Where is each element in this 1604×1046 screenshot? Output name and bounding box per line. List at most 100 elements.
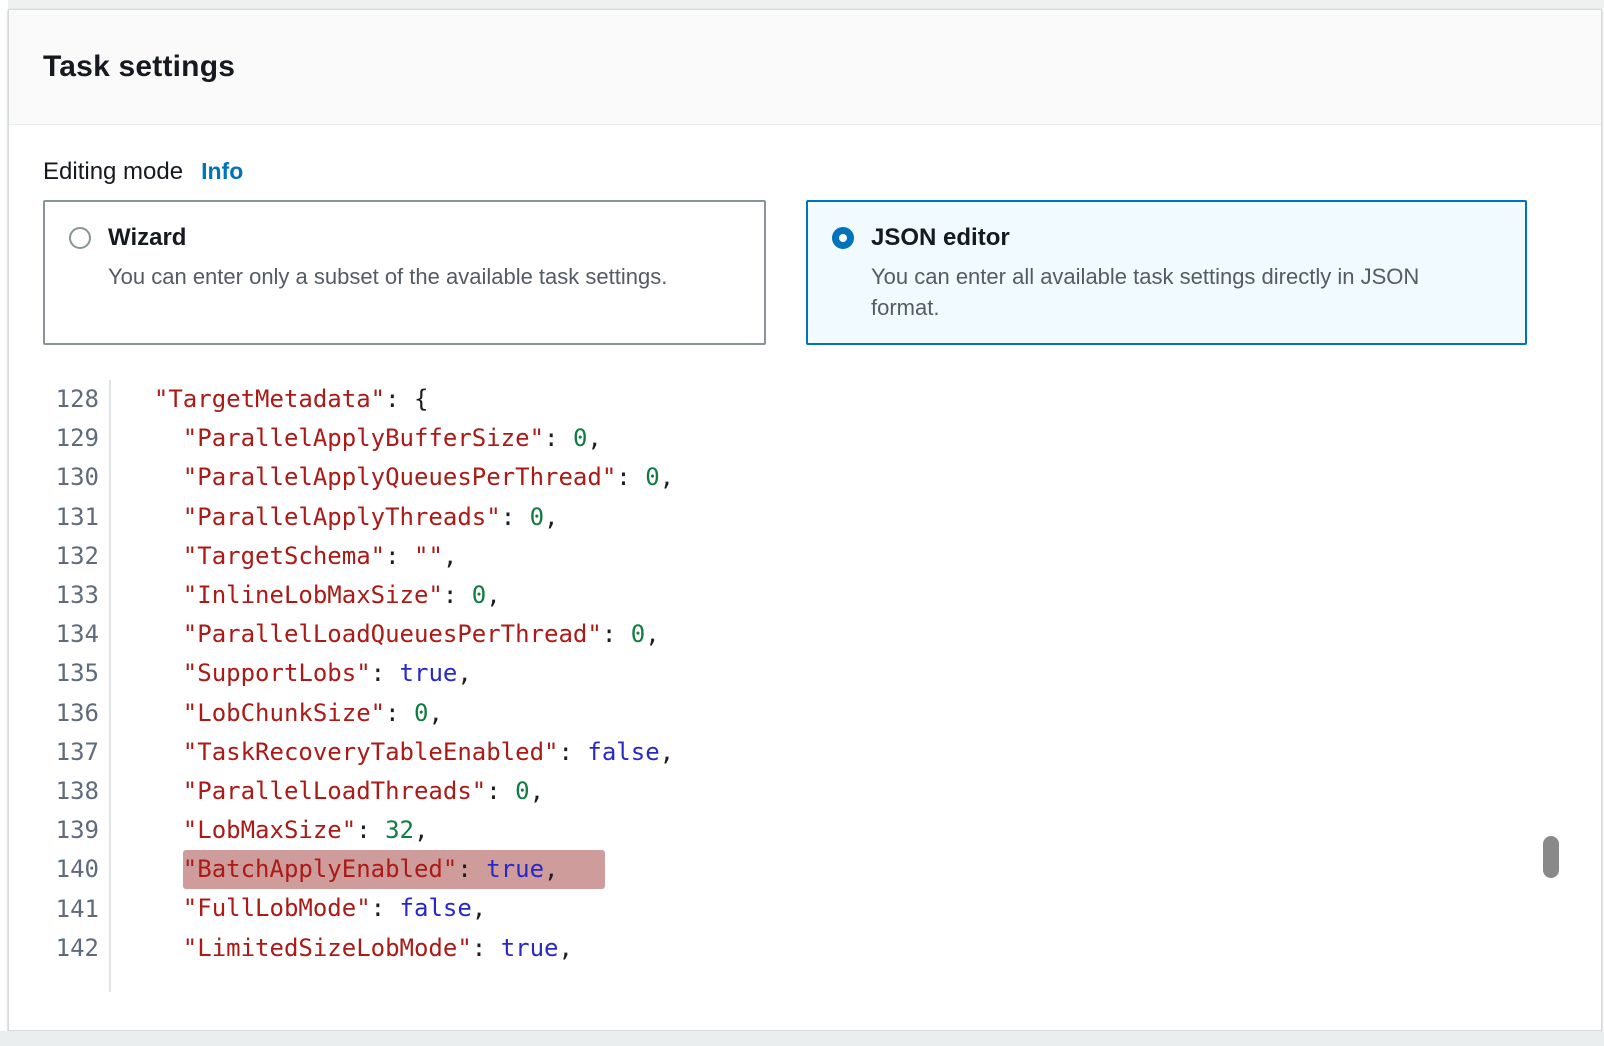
code-line[interactable]: "ParallelApplyQueuesPerThread": 0, — [125, 458, 674, 497]
code-token: , — [660, 738, 674, 766]
tile-wizard[interactable]: Wizard You can enter only a subset of th… — [43, 200, 766, 345]
code-token — [125, 581, 183, 609]
code-token: { — [414, 385, 428, 413]
code-token: : — [544, 424, 573, 452]
code-line[interactable]: "InlineLobMaxSize": 0, — [125, 576, 674, 615]
code-token: , — [530, 777, 544, 805]
code-token: : — [486, 777, 515, 805]
code-line[interactable]: "LobMaxSize": 32, — [125, 811, 674, 850]
code-line[interactable]: "BatchApplyEnabled": true, — [125, 850, 674, 889]
code-token: , — [544, 503, 558, 531]
code-token: , — [414, 816, 428, 844]
code-token — [125, 424, 183, 452]
tile-json-editor-head: JSON editor — [832, 224, 1505, 252]
code-token — [125, 659, 183, 687]
code-token: "" — [414, 542, 443, 570]
code-token: , — [587, 424, 601, 452]
code-token: : — [443, 581, 472, 609]
code-line[interactable]: "ParallelLoadThreads": 0, — [125, 772, 674, 811]
code-token: "TaskRecoveryTableEnabled" — [183, 738, 559, 766]
code-token: 32 — [385, 816, 414, 844]
code-token: : — [385, 385, 414, 413]
code-token: "TargetSchema" — [183, 542, 385, 570]
code-token: "InlineLobMaxSize" — [183, 581, 443, 609]
task-settings-panel: Task settings Editing mode Info Wizard Y… — [8, 9, 1602, 1031]
panel-content: Editing mode Info Wizard You can enter o… — [9, 158, 1601, 992]
tile-json-editor[interactable]: JSON editor You can enter all available … — [806, 200, 1527, 345]
line-number: 131 — [43, 498, 99, 537]
code-token: false — [400, 894, 472, 922]
tile-wizard-title: Wizard — [108, 224, 186, 252]
line-number: 134 — [43, 615, 99, 654]
code-token: , — [428, 699, 442, 727]
code-token: "LobMaxSize" — [183, 816, 356, 844]
line-number: 132 — [43, 537, 99, 576]
code-token: : — [602, 620, 631, 648]
code-token: "ParallelLoadQueuesPerThread" — [183, 620, 602, 648]
page-background-strip-top — [8, 0, 1604, 9]
tile-json-editor-title: JSON editor — [871, 224, 1010, 252]
panel-title: Task settings — [43, 50, 235, 84]
code-token: 0 — [515, 777, 529, 805]
code-token: 0 — [631, 620, 645, 648]
line-number: 136 — [43, 694, 99, 733]
code-token: : — [371, 659, 400, 687]
code-token: "ParallelApplyQueuesPerThread" — [183, 463, 616, 491]
page-background-strip-bottom — [0, 1031, 1604, 1046]
search-highlight: "BatchApplyEnabled": true, — [183, 850, 605, 889]
code-token — [125, 855, 183, 883]
code-line[interactable]: "FullLobMode": false, — [125, 889, 674, 928]
code-token: "BatchApplyEnabled" — [183, 855, 458, 883]
code-token: 0 — [530, 503, 544, 531]
code-token: : — [385, 542, 414, 570]
code-line[interactable]: "SupportLobs": true, — [125, 654, 674, 693]
json-editor-radio-icon[interactable] — [832, 227, 854, 249]
code-token — [125, 699, 183, 727]
code-token: false — [587, 738, 659, 766]
wizard-radio-icon[interactable] — [69, 227, 91, 249]
code-token — [125, 894, 183, 922]
code-token: , — [457, 659, 471, 687]
code-token: 0 — [573, 424, 587, 452]
code-line[interactable]: "TargetMetadata": { — [125, 380, 674, 419]
code-token: true — [486, 855, 544, 883]
line-number: 130 — [43, 458, 99, 497]
line-number: 142 — [43, 929, 99, 968]
json-code-editor[interactable]: 1281291301311321331341351361371381391401… — [43, 380, 1601, 992]
code-line[interactable]: "ParallelLoadQueuesPerThread": 0, — [125, 615, 674, 654]
code-line[interactable]: "LimitedSizeLobMode": true, — [125, 929, 674, 968]
code-token: : — [616, 463, 645, 491]
code-line[interactable]: "TargetSchema": "", — [125, 537, 674, 576]
scrollbar-thumb[interactable] — [1543, 836, 1559, 878]
code-line[interactable]: "ParallelApplyBufferSize": 0, — [125, 419, 674, 458]
code-lines[interactable]: "TargetMetadata": { "ParallelApplyBuffer… — [111, 380, 674, 992]
code-token: : — [457, 855, 486, 883]
code-token — [125, 777, 183, 805]
code-token: , — [660, 463, 674, 491]
code-line[interactable]: "LobChunkSize": 0, — [125, 694, 674, 733]
tile-wizard-description: You can enter only a subset of the avail… — [108, 261, 730, 292]
code-token: , — [472, 894, 486, 922]
code-token: 0 — [645, 463, 659, 491]
code-token: : — [356, 816, 385, 844]
code-token: "SupportLobs" — [183, 659, 371, 687]
info-link[interactable]: Info — [201, 158, 243, 185]
code-line[interactable]: "ParallelApplyThreads": 0, — [125, 498, 674, 537]
code-token: true — [400, 659, 458, 687]
code-token: , — [443, 542, 457, 570]
code-token: "LobChunkSize" — [183, 699, 385, 727]
line-number: 135 — [43, 654, 99, 693]
code-token — [125, 463, 183, 491]
code-line[interactable]: "TaskRecoveryTableEnabled": false, — [125, 733, 674, 772]
code-token — [125, 385, 154, 413]
code-token: , — [486, 581, 500, 609]
code-token: "ParallelApplyBufferSize" — [183, 424, 544, 452]
code-token — [125, 934, 183, 962]
code-token: , — [645, 620, 659, 648]
code-token: "ParallelLoadThreads" — [183, 777, 486, 805]
line-number: 137 — [43, 733, 99, 772]
code-token — [125, 816, 183, 844]
code-token — [125, 620, 183, 648]
code-token: true — [501, 934, 559, 962]
editing-mode-tiles: Wizard You can enter only a subset of th… — [43, 200, 1601, 345]
